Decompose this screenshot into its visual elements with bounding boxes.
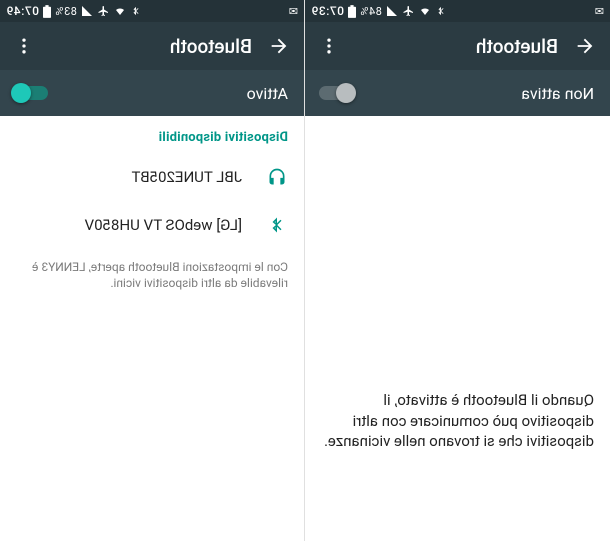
clock: 07:39: [311, 4, 344, 18]
appbar-title: Bluetooth: [42, 35, 260, 58]
app-bar: Bluetooth: [0, 22, 304, 70]
signal-icon: [386, 5, 398, 17]
device-row[interactable]: JBL TUNE205BT: [0, 153, 304, 201]
bluetooth-status-icon: [436, 5, 446, 17]
battery-icon: [348, 5, 356, 18]
battery-icon: [43, 5, 51, 18]
available-devices-header: Dispositivi disponibili: [0, 116, 304, 153]
more-vert-icon: [14, 36, 34, 56]
clock: 07:49: [6, 4, 39, 18]
battery-text: 84%: [360, 5, 382, 18]
headphones-icon: [266, 167, 288, 187]
notification-icons: ✉: [288, 5, 298, 18]
bluetooth-status-icon: [131, 5, 141, 17]
overflow-menu[interactable]: [6, 28, 42, 64]
toggle-bar: Non attiva: [305, 70, 610, 116]
bluetooth-switch[interactable]: [14, 86, 48, 100]
battery-text: 83%: [55, 5, 77, 18]
bluetooth-switch[interactable]: [319, 86, 353, 100]
app-bar: Bluetooth: [305, 22, 610, 70]
appbar-title: Bluetooth: [347, 35, 566, 58]
toggle-label: Attivo: [247, 84, 288, 103]
status-bar: ✉ 84% 07:39: [305, 0, 610, 22]
toggle-label: Non attiva: [521, 84, 594, 103]
device-name: [LG] webOS TV UH850V: [85, 216, 242, 234]
more-vert-icon: [319, 36, 339, 56]
wifi-icon: [113, 5, 127, 17]
status-icons: 84% 07:39: [311, 4, 446, 18]
status-icons: 83% 07:49: [6, 4, 141, 18]
overflow-menu[interactable]: [311, 28, 347, 64]
device-row[interactable]: [LG] webOS TV UH850V: [0, 201, 304, 249]
content-area: Quando il Bluetooth è attivato, il dispo…: [305, 116, 610, 541]
airplane-icon: [402, 5, 414, 17]
airplane-icon: [97, 5, 109, 17]
toggle-bar: Attivo: [0, 70, 304, 116]
notification-icons: ✉: [594, 5, 604, 18]
back-button[interactable]: [260, 27, 298, 65]
pane-left: ✉ 84% 07:39 Bluetooth Non attiva Quando …: [305, 0, 610, 541]
pane-right: ✉ 83% 07:49 Bluetooth Attivo Dispositivi…: [0, 0, 305, 541]
wifi-icon: [418, 5, 432, 17]
status-bar: ✉ 83% 07:49: [0, 0, 304, 22]
bluetooth-off-hint: Quando il Bluetooth è attivato, il dispo…: [321, 390, 594, 451]
discoverable-note: Con le impostazioni Bluetooth aperte, LE…: [0, 249, 304, 291]
back-arrow-icon: [574, 35, 596, 57]
signal-icon: [81, 5, 93, 17]
content-area: Dispositivi disponibili JBL TUNE205BT [L…: [0, 116, 304, 541]
bluetooth-icon: [266, 215, 288, 235]
device-name: JBL TUNE205BT: [132, 168, 242, 186]
back-button[interactable]: [566, 27, 604, 65]
back-arrow-icon: [268, 35, 290, 57]
